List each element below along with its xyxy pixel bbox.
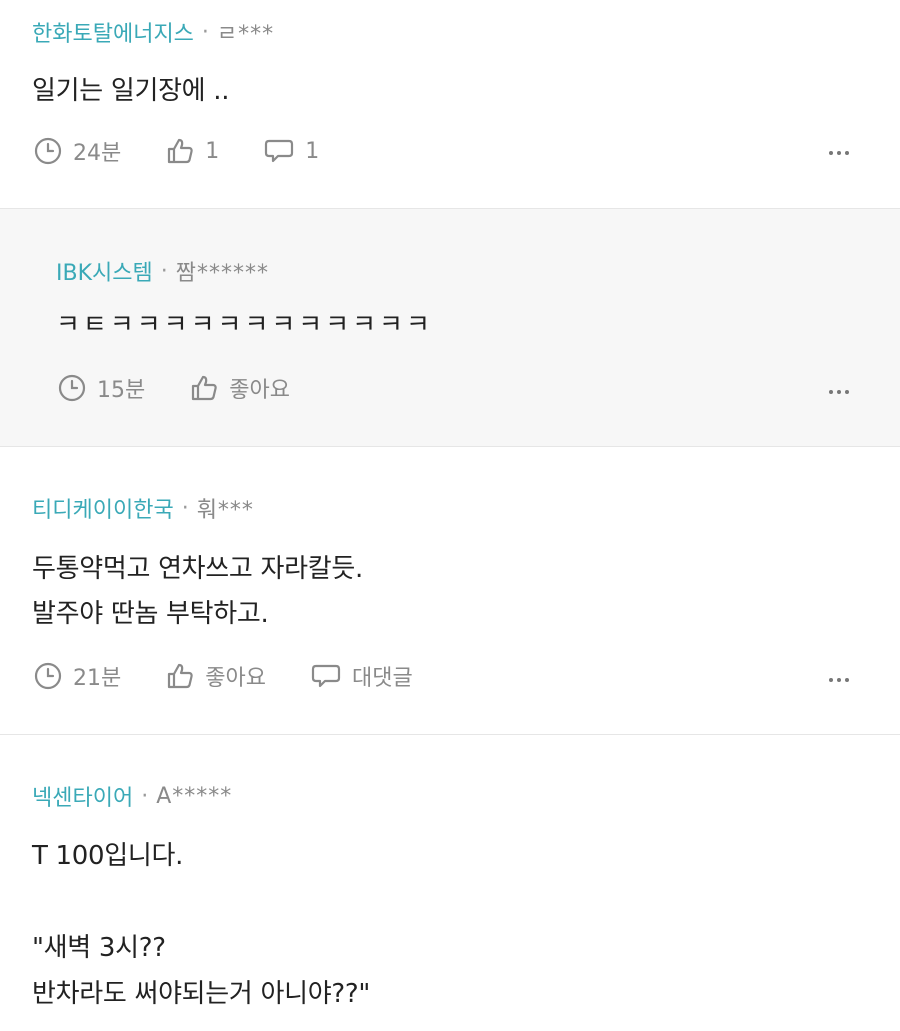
comment-actions: 24분 1 1 (33, 135, 319, 167)
separator-dot: · (201, 19, 209, 45)
company-name[interactable]: IBK시스템 (56, 255, 153, 287)
comment-text-line: "새벽 3시?? (32, 933, 166, 963)
more-icon[interactable] (829, 390, 849, 394)
user-name: 훠*** (196, 498, 254, 523)
time-label: 15분 (97, 378, 146, 403)
more-icon[interactable] (829, 151, 849, 155)
comment-meta: 넥센타이어 · A***** (32, 780, 232, 812)
user-name: 짬****** (175, 261, 269, 286)
time-stamp: 15분 (57, 372, 145, 404)
comment: 한화토탈에너지스 · ㄹ*** 일기는 일기장에 .. 24분 1 1 (0, 0, 900, 208)
comment-text-line: 반차라도 써야되는거 아니야??" (32, 979, 371, 1009)
speech-bubble-icon (311, 664, 341, 688)
like-count: 1 (205, 138, 220, 164)
comment-actions: 15분 좋아요 (57, 372, 290, 404)
reply-comment: IBK시스템 · 짬****** ㅋㅌㅋㅋㅋㅋㅋㅋㅋㅋㅋㅋㅋㅋ 15분 좋아요 (0, 209, 900, 446)
reply-button[interactable]: 1 (263, 136, 319, 166)
user-name: ㄹ*** (216, 22, 275, 47)
company-name[interactable]: 한화토탈에너지스 (32, 16, 194, 48)
comment-actions: 21분 좋아요 대댓글 (33, 660, 413, 692)
like-label: 좋아요 (229, 378, 290, 403)
time-stamp: 21분 (33, 660, 121, 692)
more-icon[interactable] (829, 678, 849, 682)
company-name[interactable]: 넥센타이어 (32, 780, 133, 812)
comment-meta: 한화토탈에너지스 · ㄹ*** (32, 16, 274, 48)
reply-count: 1 (305, 138, 320, 164)
time-label: 21분 (73, 666, 122, 691)
reply-label: 대댓글 (351, 666, 413, 691)
comment-text-line: 두통약먹고 연차쓰고 자라칼듯. (32, 554, 363, 584)
time-stamp: 24분 (33, 135, 121, 167)
thumbs-up-icon (168, 138, 193, 164)
comment: 넥센타이어 · A***** T 100입니다. "새벽 3시?? 반차라도 써… (0, 735, 900, 1031)
comment-text-line: T 100입니다. (32, 841, 184, 871)
thumbs-up-icon (192, 375, 217, 401)
comment-text: ㅋㅌㅋㅋㅋㅋㅋㅋㅋㅋㅋㅋㅋㅋ (56, 310, 433, 340)
comment-meta: IBK시스템 · 짬****** (56, 255, 269, 287)
company-name[interactable]: 티디케이이한국 (32, 492, 174, 524)
separator-dot: · (141, 783, 149, 809)
like-button[interactable]: 좋아요 (189, 372, 290, 404)
clock-icon (34, 137, 62, 165)
like-button[interactable]: 좋아요 (165, 660, 266, 692)
speech-bubble-icon (265, 139, 294, 163)
clock-icon (58, 374, 86, 402)
thumbs-up-icon (168, 663, 193, 689)
time-label: 24분 (73, 141, 122, 166)
comment-meta: 티디케이이한국 · 훠*** (32, 492, 254, 524)
clock-icon (34, 662, 62, 690)
like-button[interactable]: 1 (165, 136, 219, 166)
separator-dot: · (181, 495, 189, 521)
comment-text: 일기는 일기장에 .. (32, 76, 230, 106)
comment: 티디케이이한국 · 훠*** 두통약먹고 연차쓰고 자라칼듯. 발주야 딴놈 부… (0, 447, 900, 734)
like-label: 좋아요 (205, 666, 266, 691)
user-name: A***** (156, 783, 233, 809)
separator-dot: · (160, 258, 168, 284)
reply-button[interactable]: 대댓글 (310, 660, 413, 692)
comment-text-line: 발주야 딴놈 부탁하고. (32, 599, 269, 629)
